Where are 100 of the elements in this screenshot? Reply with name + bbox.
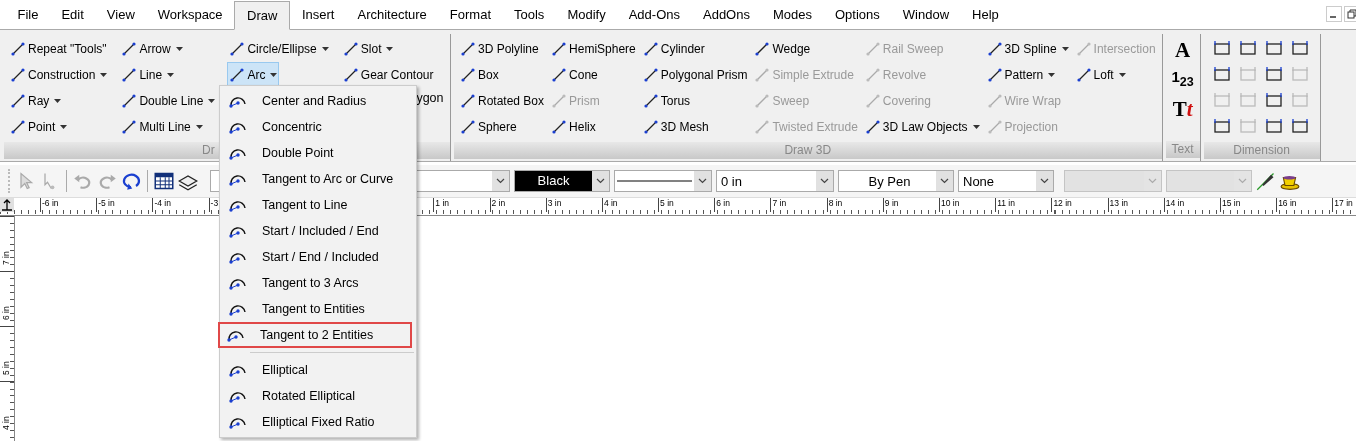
group-label: Text <box>1165 141 1200 158</box>
menu-tab[interactable]: View <box>95 1 147 29</box>
ribbon-button[interactable]: 3D Law Objects <box>862 114 982 140</box>
line-icon <box>10 93 26 109</box>
menu-item[interactable]: Center and Radius <box>220 88 416 114</box>
line-icon <box>864 67 881 83</box>
menu-item[interactable]: Tangent to Entities <box>220 296 416 322</box>
ruler-label: 11 in <box>995 198 1052 212</box>
menu-tab[interactable]: AddOns <box>691 1 762 29</box>
menu-tab[interactable]: Architecture <box>345 1 439 29</box>
ribbon-button-label[interactable]: ygon <box>416 91 444 105</box>
menu-tab[interactable]: Help <box>960 1 1011 29</box>
table-icon[interactable] <box>154 171 174 191</box>
line-icon <box>986 41 1003 57</box>
color-dropdown[interactable]: Black <box>514 170 610 192</box>
ribbon-button[interactable]: Helix <box>549 114 638 140</box>
ribbon-button[interactable]: Point <box>8 114 110 140</box>
menu-item[interactable]: Elliptical Fixed Ratio <box>220 409 416 435</box>
line-sample-icon <box>617 179 692 183</box>
ruler-label: 17 in <box>1332 198 1356 212</box>
ruler-label: 3 in <box>545 198 602 212</box>
line-icon <box>986 119 1003 135</box>
ruler-label: 8 in <box>826 198 883 212</box>
ribbon-button[interactable]: Slot <box>340 36 436 62</box>
ruler-origin-icon[interactable] <box>0 198 14 212</box>
group-label: Dimension <box>1203 142 1320 159</box>
menu-tab[interactable]: Add-Ons <box>617 1 692 29</box>
ribbon-button[interactable]: Polygonal Prism <box>640 62 750 88</box>
menu-tab[interactable]: Edit <box>49 1 96 29</box>
menu-tab[interactable]: Workspace <box>146 1 235 29</box>
ribbon-button[interactable]: Rotated Box <box>458 88 547 114</box>
ruler-label: 12 in <box>1051 198 1108 212</box>
ribbon-button[interactable]: Multi Line <box>119 114 218 140</box>
ribbon-button[interactable]: Ray <box>8 88 110 114</box>
dropdown-field[interactable]: None <box>958 170 1054 192</box>
text-tool-button[interactable]: Tt <box>1172 97 1193 121</box>
line-icon <box>460 119 476 135</box>
minimize-icon[interactable] <box>1326 6 1342 22</box>
ribbon-button[interactable]: 3D Mesh <box>640 114 750 140</box>
ribbon-button[interactable]: HemiSphere <box>549 36 638 62</box>
menu-tab[interactable]: Options <box>823 1 892 29</box>
line-icon <box>1075 67 1092 83</box>
menu-item[interactable]: Tangent to 2 Entities <box>218 322 412 348</box>
line-icon <box>460 67 476 83</box>
menu-tab[interactable]: Modify <box>555 1 618 29</box>
dropdown-field[interactable]: 0 in <box>716 170 834 192</box>
ribbon-button[interactable]: Arc <box>227 62 280 88</box>
line-icon <box>551 119 568 135</box>
ribbon-button[interactable]: Circle/Ellipse <box>227 36 331 62</box>
ruler-label: 13 in <box>1107 198 1164 212</box>
line-icon <box>754 93 771 109</box>
ribbon-button[interactable]: 3D Polyline <box>458 36 547 62</box>
menu-item[interactable]: Tangent to 3 Arcs <box>220 270 416 296</box>
menu-item[interactable]: Tangent to Arc or Curve <box>220 166 416 192</box>
ribbon-button[interactable]: Box <box>458 62 547 88</box>
ribbon-button[interactable]: Double Line <box>119 88 218 114</box>
ribbon-button[interactable]: 3D Spline <box>984 36 1071 62</box>
line-style-dropdown[interactable] <box>614 170 712 192</box>
ruler-label: 7 in <box>1 251 11 265</box>
line-icon <box>551 41 568 57</box>
line-icon <box>642 119 659 135</box>
dropdown-field[interactable]: By Pen <box>838 170 954 192</box>
ruler-label: 5 in <box>1 361 11 375</box>
ribbon-button[interactable]: Loft <box>1073 62 1158 88</box>
menu-tab[interactable]: Insert <box>290 1 346 29</box>
menu-item[interactable]: Concentric <box>220 114 416 140</box>
ribbon-button[interactable]: Wedge <box>752 36 860 62</box>
ribbon-button[interactable]: Sphere <box>458 114 547 140</box>
menu-tab[interactable]: Modes <box>761 1 824 29</box>
menu-tab[interactable]: Window <box>891 1 961 29</box>
line-icon <box>10 67 26 83</box>
ribbon-button[interactable]: Repeat "Tools" <box>8 36 110 62</box>
repeat-icon[interactable] <box>121 171 141 191</box>
text-tool-button[interactable]: A <box>1175 38 1191 62</box>
ruler-label: 9 in <box>882 198 939 212</box>
pencil-icon[interactable] <box>1256 171 1276 191</box>
menu-tab[interactable]: Format <box>438 1 503 29</box>
menu-item[interactable]: Elliptical <box>220 357 416 383</box>
menu-item[interactable]: Start / Included / End <box>220 218 416 244</box>
restore-icon[interactable] <box>1344 6 1356 22</box>
ribbon-button[interactable]: Torus <box>640 88 750 114</box>
line-icon <box>10 41 26 57</box>
menu-tab[interactable]: Tools <box>502 1 556 29</box>
ribbon-button[interactable]: Construction <box>8 62 110 88</box>
menu-tab[interactable]: File <box>6 1 50 29</box>
line-icon <box>121 119 138 135</box>
line-icon <box>551 67 568 83</box>
ribbon-button[interactable]: Cone <box>549 62 638 88</box>
menu-item[interactable]: Rotated Elliptical <box>220 383 416 409</box>
line-icon <box>121 67 138 83</box>
ribbon-button[interactable]: Arrow <box>119 36 218 62</box>
ribbon-button[interactable]: Line <box>119 62 218 88</box>
menu-item[interactable]: Start / End / Included <box>220 244 416 270</box>
line-icon <box>229 67 246 83</box>
ruler-label: 1 in <box>433 198 490 212</box>
ribbon-button[interactable]: Pattern <box>984 62 1071 88</box>
ribbon-button[interactable]: Cylinder <box>640 36 750 62</box>
line-icon <box>986 67 1003 83</box>
ruler-label: -6 in <box>40 198 97 212</box>
menu-tab[interactable]: Draw <box>234 1 291 30</box>
